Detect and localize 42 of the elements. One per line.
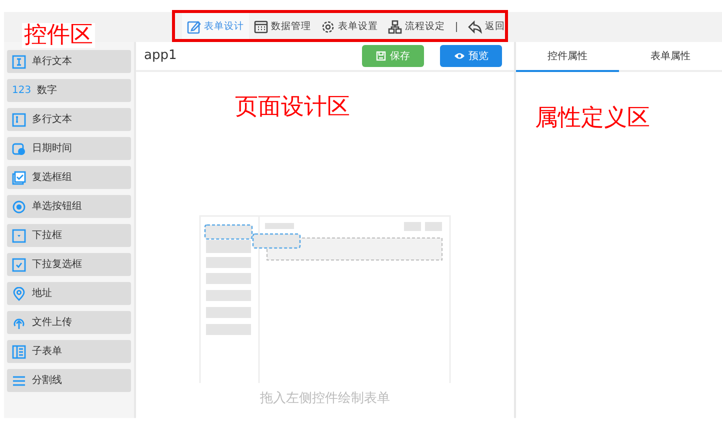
calendar-clock-icon (12, 142, 26, 156)
palette-item[interactable]: 下拉复选框 (7, 253, 131, 276)
annotation-label: 页面设计区 (233, 95, 352, 120)
empty-canvas-hint: 拖入左侧控件绘制表单 (260, 390, 390, 408)
preview-button[interactable]: 预览 (440, 45, 502, 67)
radio-icon (12, 200, 26, 214)
hierarchy-icon (388, 20, 402, 34)
divider-icon (12, 374, 26, 388)
properties-tab[interactable]: 控件属性 (516, 42, 619, 72)
palette-item[interactable]: 地址 (7, 282, 131, 305)
toolbar-tab[interactable]: 表单设置 (316, 12, 383, 42)
palette-item[interactable]: 文件上传 (7, 311, 131, 334)
palette-item[interactable]: 日期时间 (7, 137, 131, 160)
subform-icon (12, 344, 26, 358)
annotation-label: 属性定义区 (533, 106, 652, 131)
grid-icon (254, 20, 268, 34)
text-field-icon (12, 54, 26, 68)
palette-item[interactable]: 单选按钮组 (7, 195, 131, 218)
palette-item[interactable]: 子表单 (7, 340, 131, 363)
toolbar-tab[interactable]: 流程设定 (383, 12, 450, 42)
textarea-icon (12, 112, 26, 126)
checkbox-group-icon (12, 170, 26, 184)
number-icon: 123 (12, 86, 32, 96)
form-title: app1 (144, 47, 177, 66)
back-link[interactable]: 返回 (463, 12, 510, 42)
annotation-label: 控件区 (22, 23, 95, 48)
edit-icon (187, 20, 201, 34)
palette-item[interactable]: 单行文本 (7, 50, 131, 73)
back-arrow-icon (468, 20, 482, 34)
eye-icon (454, 52, 464, 60)
toolbar-tab[interactable]: 数据管理 (249, 12, 316, 42)
save-icon (376, 51, 386, 61)
dropdown-check-icon (12, 258, 26, 272)
dropdown-icon (12, 228, 26, 242)
palette-item[interactable]: 下拉框 (7, 224, 131, 247)
palette-item[interactable]: 多行文本 (7, 108, 131, 131)
palette-item[interactable]: 复选框组 (7, 166, 131, 189)
settings-icon (321, 20, 335, 34)
location-pin-icon (12, 286, 26, 300)
palette-item[interactable]: 123 数字 (7, 79, 131, 102)
palette-item[interactable]: 分割线 (7, 369, 131, 392)
properties-tab[interactable]: 表单属性 (619, 42, 722, 72)
